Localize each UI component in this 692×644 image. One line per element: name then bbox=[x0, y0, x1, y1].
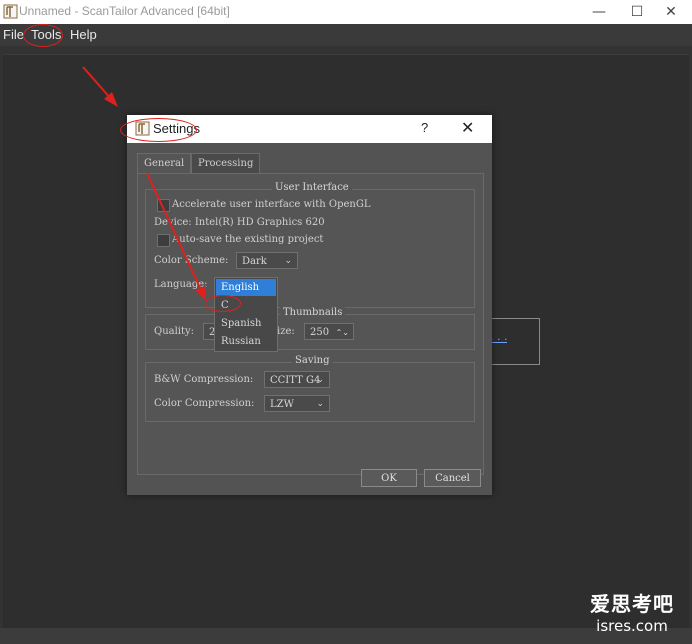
annotation-arrows bbox=[82, 66, 206, 300]
watermark-line2: isres.com bbox=[596, 617, 668, 635]
watermark: 爱思考吧 isres.com bbox=[590, 588, 674, 635]
watermark-line1: 爱思考吧 bbox=[590, 592, 674, 616]
arrow-head-icon bbox=[195, 286, 206, 300]
